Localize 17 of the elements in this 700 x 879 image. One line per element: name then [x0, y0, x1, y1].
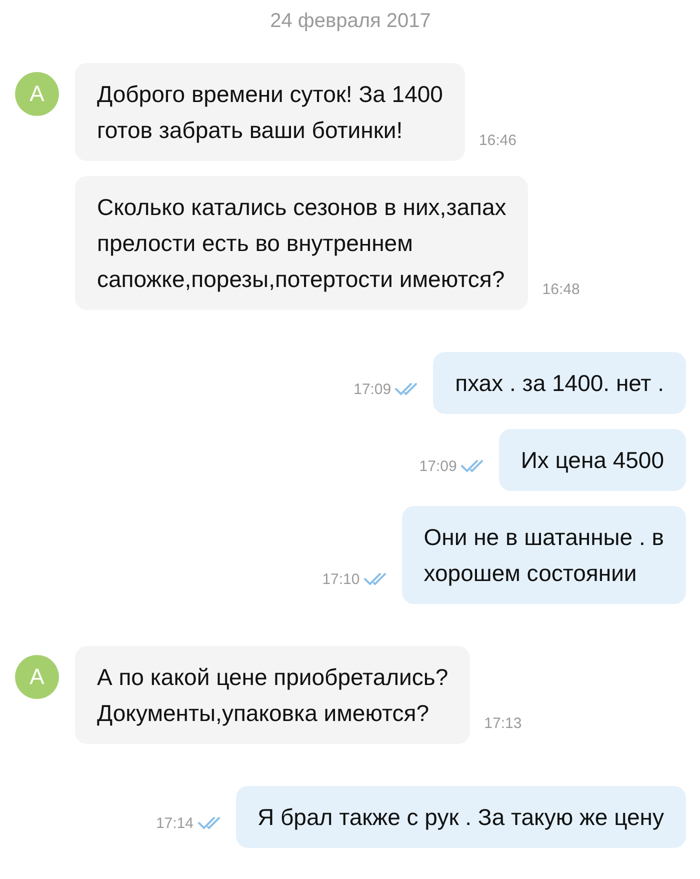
- message-bubble: Их цена 4500: [498, 429, 686, 491]
- message-time: 17:14: [156, 815, 194, 832]
- message-bubble: Они не в шатанные . в хорошем состоянии: [402, 506, 686, 604]
- date-label: 24 февраля 2017: [269, 10, 432, 33]
- message-time: 17:09: [354, 381, 392, 398]
- message-bubble: пхах . за 1400. нет .: [433, 352, 686, 414]
- message-bubble: Доброго времени суток! За 1400 готов забрать ваши ботинки!: [75, 63, 465, 161]
- message-bubble: Я брал также с рук . За такую же цену: [236, 786, 686, 848]
- message-time: 17:09: [419, 458, 457, 475]
- message-bubble: Сколько катались сезонов в них,запах прелости есть во внутреннем сапожке,порезы,потертости имеются?: [75, 176, 528, 310]
- avatar[interactable]: А: [15, 72, 59, 116]
- message-time: 17:13: [484, 715, 522, 732]
- message-time: 17:10: [322, 571, 360, 588]
- message-time: 16:46: [478, 132, 516, 149]
- message-bubble: А по какой цене приобретались? Документы,упаковка имеются?: [75, 646, 470, 744]
- message-time: 16:48: [542, 281, 580, 298]
- avatar[interactable]: А: [15, 655, 59, 699]
